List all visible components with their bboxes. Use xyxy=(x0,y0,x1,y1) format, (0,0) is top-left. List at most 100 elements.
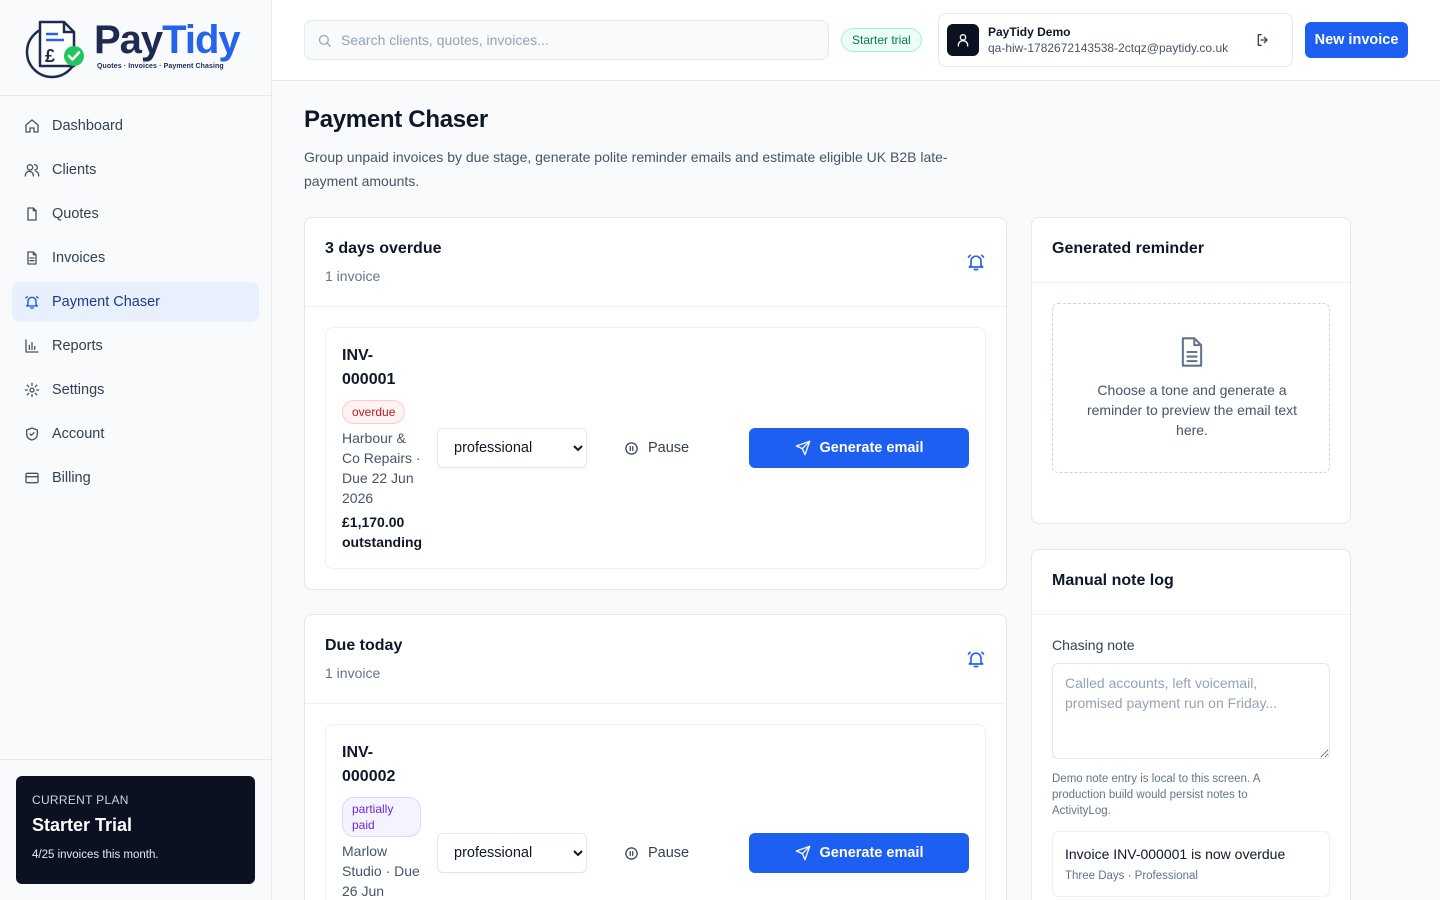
search-icon xyxy=(318,34,331,47)
user-icon xyxy=(957,34,969,47)
log-title: Invoice INV-000001 is now overdue xyxy=(1065,846,1286,862)
manual-note-log-card: Manual note log Chasing note Demo note e… xyxy=(1031,549,1351,900)
shield-icon xyxy=(24,426,40,442)
sidebar-nav: Dashboard Clients Quotes Invoices Paymen… xyxy=(12,106,259,502)
user-email: qa-hiw-1782672143538-2ctqz@paytidy.co.uk xyxy=(988,41,1229,55)
new-invoice-button[interactable]: New invoice xyxy=(1305,22,1408,58)
generate-label: Generate email xyxy=(819,440,924,456)
sidebar-item-label: Dashboard xyxy=(52,118,123,134)
generate-email-button[interactable]: Generate email xyxy=(749,428,969,468)
sidebar-item-label: Quotes xyxy=(52,206,99,222)
sidebar-item-label: Payment Chaser xyxy=(52,294,160,310)
generate-label: Generate email xyxy=(819,845,924,861)
note-help-text: Demo note entry is local to this screen.… xyxy=(1052,773,1260,817)
page-title: Payment Chaser xyxy=(304,106,488,133)
sidebar-item-clients[interactable]: Clients xyxy=(12,150,259,190)
bar-chart-icon xyxy=(24,338,40,354)
pause-circle-icon xyxy=(625,441,638,455)
svg-text:£: £ xyxy=(45,46,55,66)
avatar xyxy=(947,24,979,56)
search-box[interactable] xyxy=(304,20,829,60)
send-icon xyxy=(795,440,810,456)
paytidy-logo-icon[interactable]: £ xyxy=(24,14,88,80)
bell-ring-icon xyxy=(966,252,986,272)
stage-title: Due today xyxy=(325,637,403,654)
card-title: Manual note log xyxy=(1052,572,1174,589)
top-bar: Starter trial PayTidy Demo qa-hiw-178267… xyxy=(272,0,1440,81)
file-icon xyxy=(24,206,40,222)
generate-email-button[interactable]: Generate email xyxy=(749,833,969,873)
brand-wordmark: PayTidy xyxy=(94,18,241,62)
invoice-row: INV-000001 overdue Harbour & Co Repairs … xyxy=(325,327,986,569)
invoice-meta: Harbour & Co Repairs · Due 22 Jun 2026 xyxy=(342,430,421,506)
plan-eyebrow: CURRENT PLAN xyxy=(32,793,129,807)
sidebar-item-invoices[interactable]: Invoices xyxy=(12,238,259,278)
stage-card-due-today: Due today 1 invoice INV-000002 partially… xyxy=(304,614,1007,900)
sidebar-item-label: Clients xyxy=(52,162,97,178)
reminder-preview-empty: Choose a tone and generate a reminder to… xyxy=(1052,303,1330,473)
stage-count: 1 invoice xyxy=(325,268,381,284)
chasing-note-textarea[interactable] xyxy=(1052,663,1330,759)
gear-icon xyxy=(24,382,40,398)
tone-select[interactable]: professional xyxy=(437,833,587,873)
sidebar-item-label: Settings xyxy=(52,382,105,398)
chasing-note-label: Chasing note xyxy=(1052,637,1135,653)
home-icon xyxy=(24,118,40,134)
user-name: PayTidy Demo xyxy=(988,25,1071,39)
sidebar-item-settings[interactable]: Settings xyxy=(12,370,259,410)
stage-card-overdue: 3 days overdue 1 invoice INV-000001 over… xyxy=(304,217,1007,590)
card-title: Generated reminder xyxy=(1052,240,1205,257)
sidebar-item-label: Reports xyxy=(52,338,103,354)
sidebar: £ PayTidy Quotes · Invoices · Payment Ch… xyxy=(0,0,272,900)
status-badge: overdue xyxy=(342,400,406,424)
stage-title: 3 days overdue xyxy=(325,240,442,257)
user-menu[interactable]: PayTidy Demo qa-hiw-1782672143538-2ctqz@… xyxy=(938,13,1293,67)
status-badge: partially paid xyxy=(342,797,421,837)
sidebar-item-label: Account xyxy=(52,426,105,442)
stage-header: Due today 1 invoice xyxy=(305,615,1006,704)
brand: £ PayTidy Quotes · Invoices · Payment Ch… xyxy=(0,0,271,96)
log-meta: Three Days · Professional xyxy=(1065,870,1198,882)
users-icon xyxy=(24,162,40,178)
sidebar-item-payment-chaser[interactable]: Payment Chaser xyxy=(12,282,259,322)
note-log-item: Invoice INV-000001 is now overdue Three … xyxy=(1052,831,1330,897)
brand-name-pay: Pay xyxy=(94,18,163,62)
card-header: Manual note log xyxy=(1032,550,1350,615)
plan-usage: 4/25 invoices this month. xyxy=(32,849,159,861)
sidebar-item-reports[interactable]: Reports xyxy=(12,326,259,366)
logout-icon[interactable] xyxy=(1255,32,1273,50)
invoice-number: INV-000002 xyxy=(342,744,396,785)
credit-card-icon xyxy=(24,470,40,486)
pause-circle-icon xyxy=(625,846,638,860)
sidebar-footer: CURRENT PLAN Starter Trial 4/25 invoices… xyxy=(0,759,271,900)
stage-count: 1 invoice xyxy=(325,665,381,681)
document-icon xyxy=(1178,336,1206,368)
file-text-icon xyxy=(24,250,40,266)
bell-ring-icon xyxy=(24,294,40,310)
stage-header: 3 days overdue 1 invoice xyxy=(305,218,1006,307)
sidebar-item-quotes[interactable]: Quotes xyxy=(12,194,259,234)
current-plan-card: CURRENT PLAN Starter Trial 4/25 invoices… xyxy=(16,776,255,884)
pause-label: Pause xyxy=(648,845,690,861)
brand-tagline: Quotes · Invoices · Payment Chasing xyxy=(97,63,224,70)
generated-reminder-card: Generated reminder Choose a tone and gen… xyxy=(1031,217,1351,524)
invoice-row: INV-000002 partially paid Marlow Studio … xyxy=(325,724,986,900)
pause-label: Pause xyxy=(648,440,690,456)
invoice-meta: Marlow Studio · Due 26 Jun xyxy=(342,843,420,899)
send-icon xyxy=(795,845,810,861)
search-input[interactable] xyxy=(341,32,801,48)
invoice-amount: £1,170.00 outstanding xyxy=(342,514,423,550)
invoice-number: INV-000001 xyxy=(342,347,396,388)
tone-select[interactable]: professional xyxy=(437,428,587,468)
sidebar-item-billing[interactable]: Billing xyxy=(12,458,259,498)
pause-button[interactable]: Pause xyxy=(624,833,689,873)
trial-badge: Starter trial xyxy=(841,28,922,52)
sidebar-item-label: Billing xyxy=(52,470,91,486)
sidebar-item-dashboard[interactable]: Dashboard xyxy=(12,106,259,146)
brand-name-tidy: Tidy xyxy=(162,18,241,62)
sidebar-item-label: Invoices xyxy=(52,250,106,266)
page-description: Group unpaid invoices by due stage, gene… xyxy=(304,149,948,189)
pause-button[interactable]: Pause xyxy=(624,428,689,468)
plan-name: Starter Trial xyxy=(32,815,133,835)
sidebar-item-account[interactable]: Account xyxy=(12,414,259,454)
